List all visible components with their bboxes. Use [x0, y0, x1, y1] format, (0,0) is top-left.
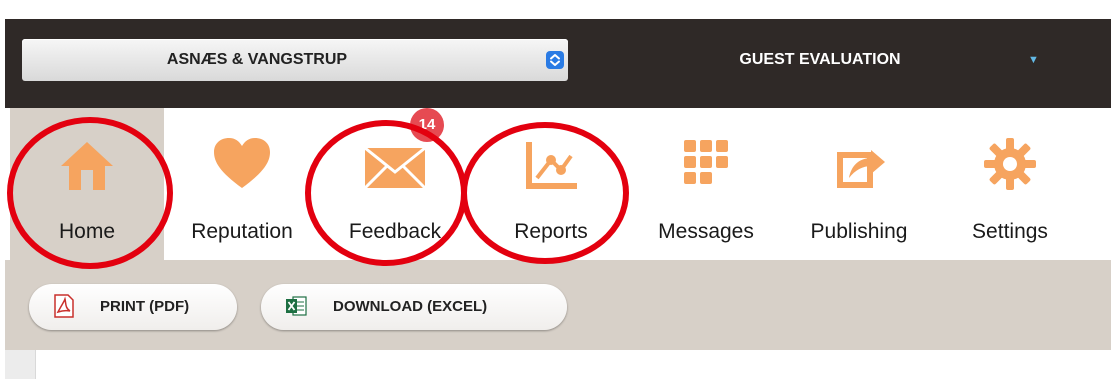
nav-label-messages: Messages: [658, 220, 754, 243]
nav-item-settings[interactable]: Settings: [940, 108, 1080, 260]
nav-item-publishing[interactable]: Publishing: [786, 108, 932, 260]
nav-item-reports[interactable]: Reports: [472, 108, 630, 260]
feedback-count-badge: 14: [410, 108, 444, 142]
nav-item-messages[interactable]: Messages: [634, 108, 778, 260]
envelope-icon: [318, 134, 472, 194]
caret-down-icon: ▼: [1028, 54, 1039, 66]
download-excel-button[interactable]: DOWNLOAD (EXCEL): [261, 284, 567, 330]
module-dropdown[interactable]: GUEST EVALUATION ▼: [640, 39, 1040, 81]
share-icon: [786, 134, 932, 194]
content-side-rail: [5, 350, 36, 379]
content-area: [5, 350, 1111, 379]
print-pdf-label: PRINT (PDF): [100, 298, 190, 315]
nav-label-settings: Settings: [972, 220, 1048, 243]
nav-item-home[interactable]: Home: [10, 108, 164, 260]
line-chart-icon: [472, 134, 630, 194]
hotel-select[interactable]: ASNÆS & VANGSTRUP: [22, 39, 568, 81]
nav-label-publishing: Publishing: [810, 220, 908, 243]
nav-item-reputation[interactable]: Reputation: [168, 108, 316, 260]
excel-file-icon: [285, 294, 307, 318]
nav-label-feedback: Feedback: [348, 220, 442, 243]
nav-label-reports: Reports: [514, 220, 588, 243]
gear-icon: [940, 134, 1080, 194]
nav-item-feedback[interactable]: 14 Feedback: [318, 108, 472, 260]
top-margin: [0, 0, 1111, 19]
heart-icon: [168, 134, 316, 194]
toolbar: PRINT (PDF) DOWNLOAD (EXCEL): [5, 260, 1111, 350]
nav-label-home: Home: [58, 220, 116, 243]
module-dropdown-label: GUEST EVALUATION: [739, 51, 901, 68]
select-stepper-icon: [546, 51, 564, 69]
pdf-file-icon: [53, 294, 75, 318]
grid-icon: [634, 134, 778, 194]
house-icon: [10, 134, 164, 194]
main-nav: Home Reputation 14 Feedback Reports Mess…: [5, 108, 1111, 260]
print-pdf-button[interactable]: PRINT (PDF): [29, 284, 237, 330]
download-excel-label: DOWNLOAD (EXCEL): [333, 298, 488, 315]
hotel-select-value: ASNÆS & VANGSTRUP: [166, 51, 348, 68]
nav-label-reputation: Reputation: [191, 220, 293, 243]
